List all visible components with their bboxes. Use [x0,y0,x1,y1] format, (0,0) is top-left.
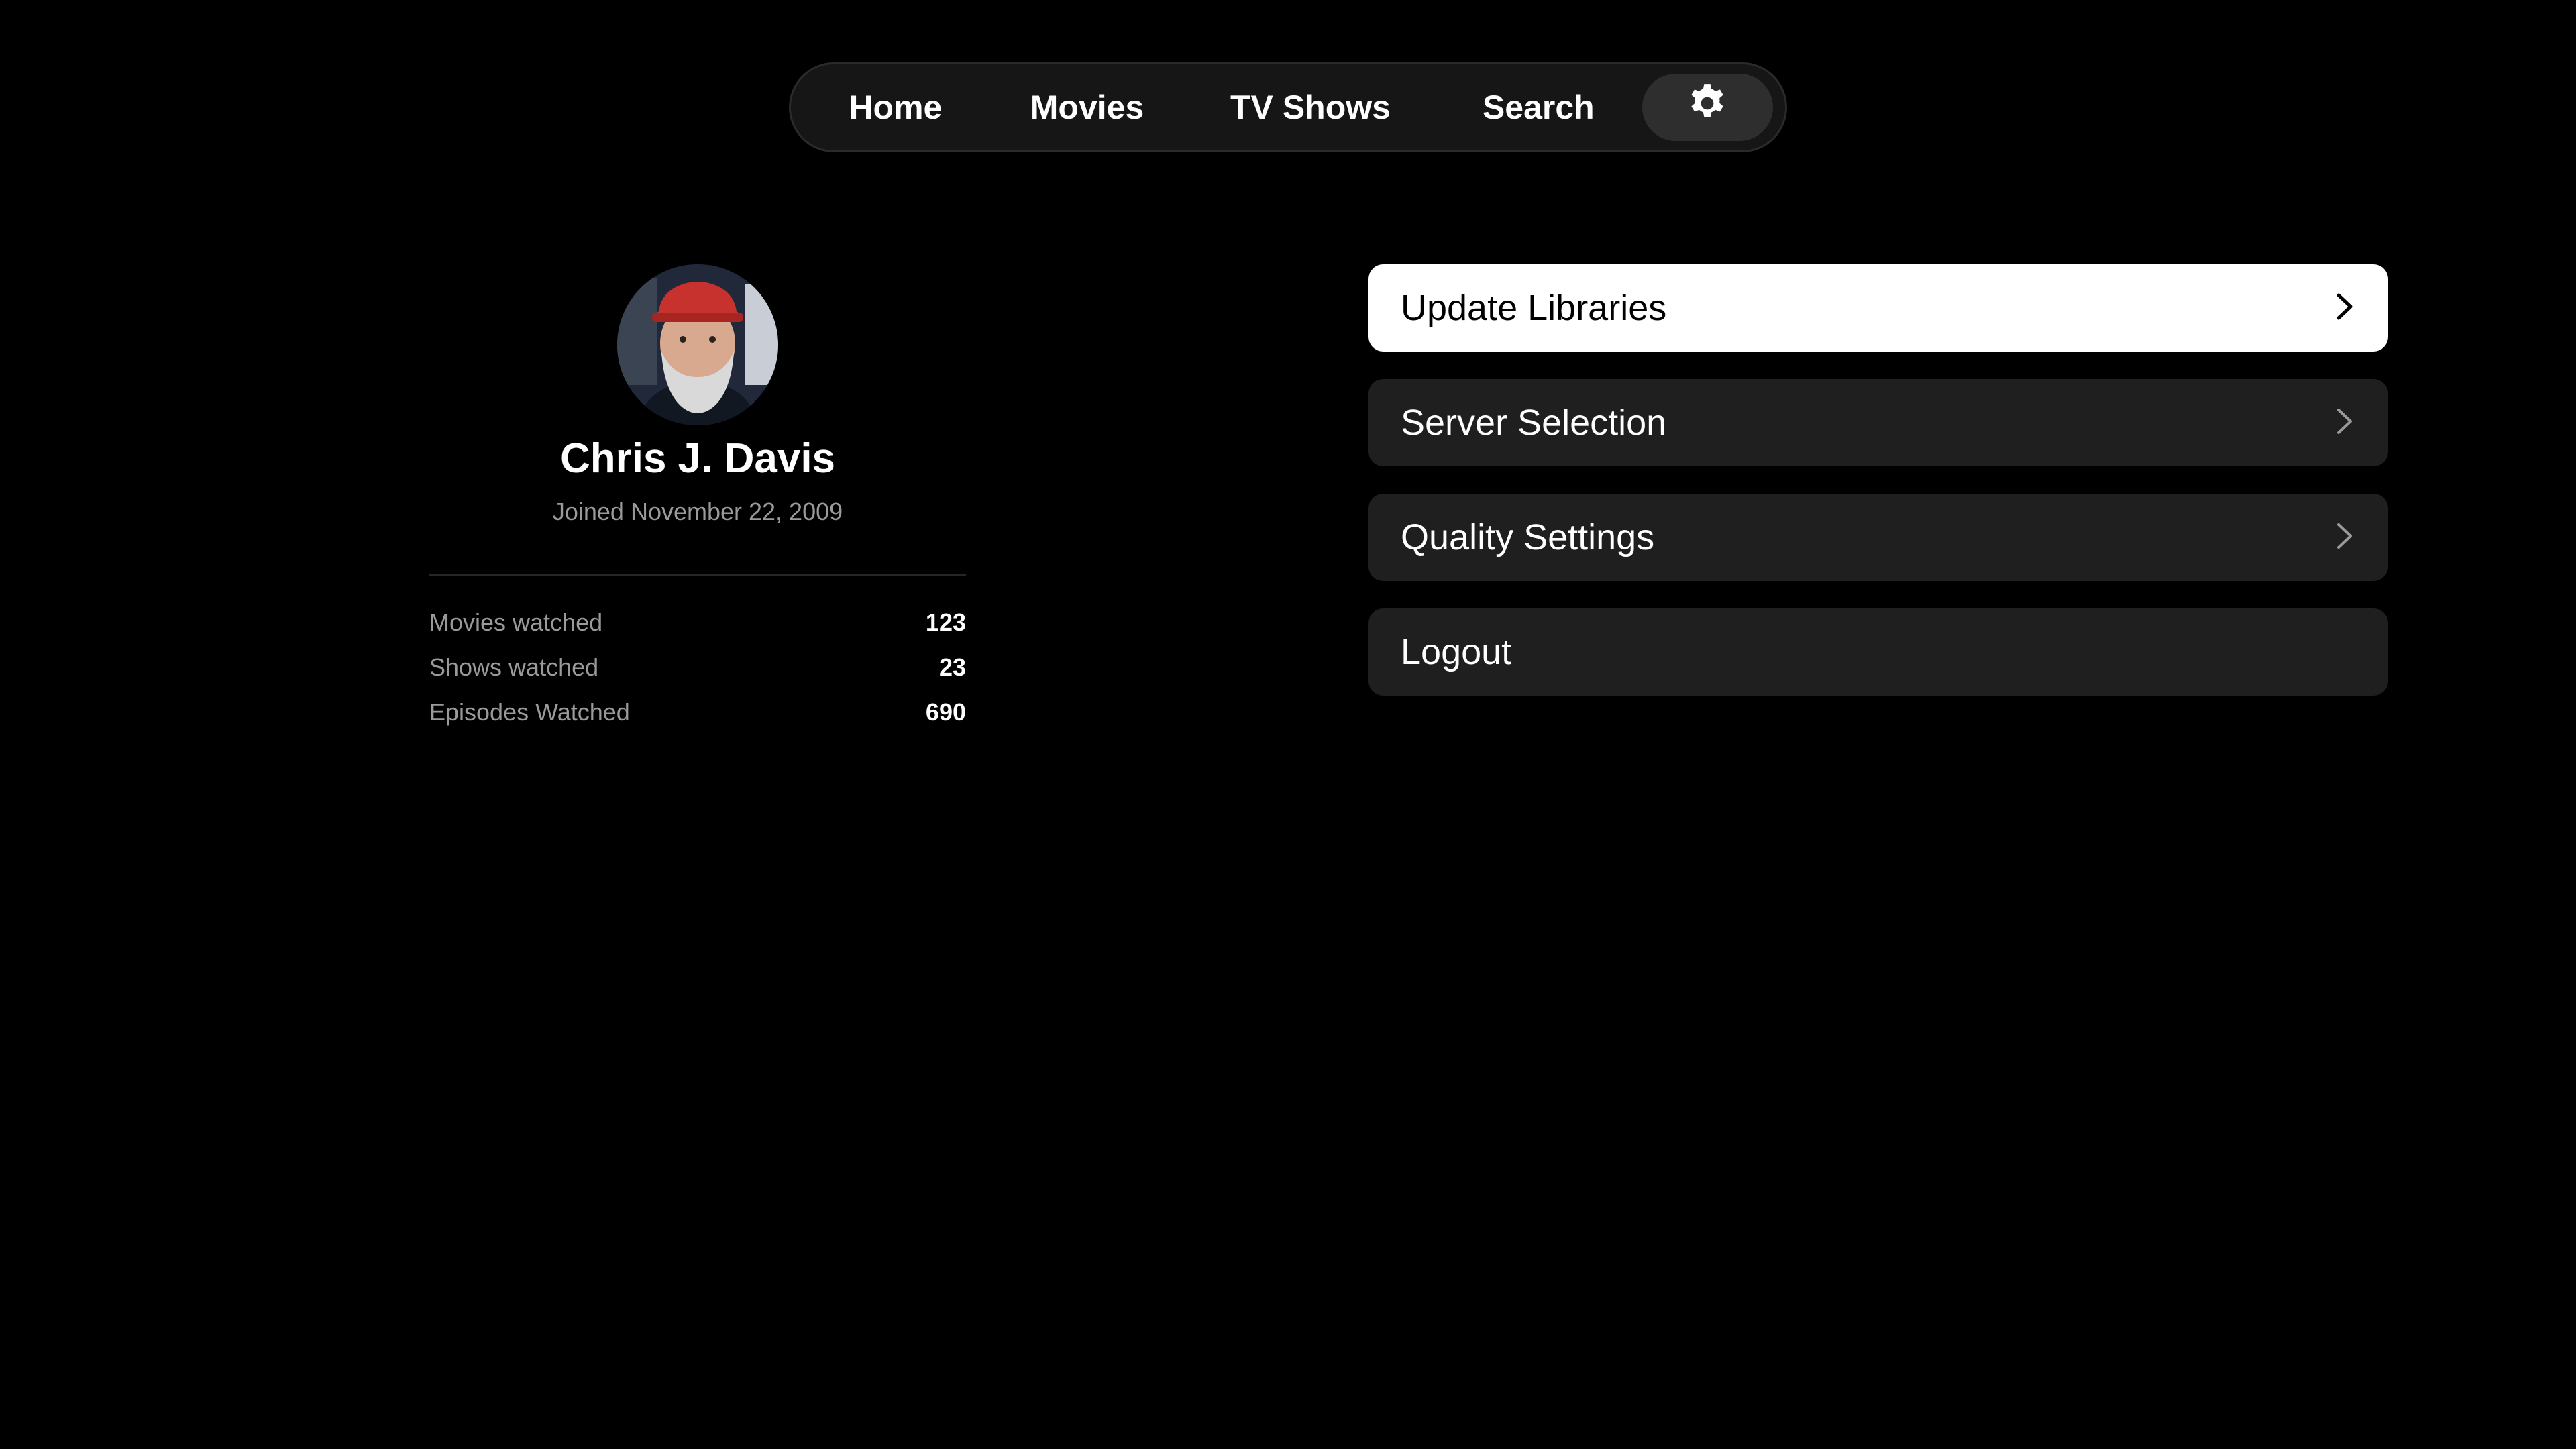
settings-screen: Home Movies TV Shows Search Chris J. Dav… [0,0,2576,1449]
stat-label: Shows watched [429,653,599,681]
menu-item-label: Logout [1401,632,1512,672]
stat-value: 690 [925,698,966,726]
nav-search[interactable]: Search [1435,74,1642,141]
profile-joined-date: Joined November 22, 2009 [552,498,843,525]
profile-name: Chris J. Davis [559,435,836,482]
nav-home[interactable]: Home [803,74,988,141]
stat-row-movies: Movies watched 123 [429,600,966,645]
chevron-right-icon [2333,405,2356,441]
update-libraries-button[interactable]: Update Libraries [1368,264,2388,352]
stat-value: 23 [938,653,966,681]
menu-item-label: Update Libraries [1401,288,1667,328]
menu-item-label: Server Selection [1401,402,1667,443]
logout-button[interactable]: Logout [1368,608,2388,696]
nav-settings[interactable] [1642,74,1773,141]
nav-movies[interactable]: Movies [988,74,1187,141]
chevron-right-icon [2333,290,2356,327]
stat-label: Episodes Watched [429,698,630,726]
nav-tv-shows[interactable]: TV Shows [1186,74,1434,141]
stat-row-episodes: Episodes Watched 690 [429,690,966,735]
stats-list: Movies watched 123 Shows watched 23 Epis… [429,600,966,735]
settings-menu: Update Libraries Server Selection Qualit… [1368,264,2388,723]
menu-item-label: Quality Settings [1401,517,1655,557]
top-navigation: Home Movies TV Shows Search [789,62,1787,152]
quality-settings-button[interactable]: Quality Settings [1368,494,2388,581]
chevron-right-icon [2333,519,2356,556]
stat-value: 123 [925,608,966,636]
divider [429,574,966,576]
gear-icon [1685,81,1729,133]
server-selection-button[interactable]: Server Selection [1368,379,2388,466]
avatar [617,264,778,425]
stat-row-shows: Shows watched 23 [429,645,966,690]
stat-label: Movies watched [429,608,603,636]
